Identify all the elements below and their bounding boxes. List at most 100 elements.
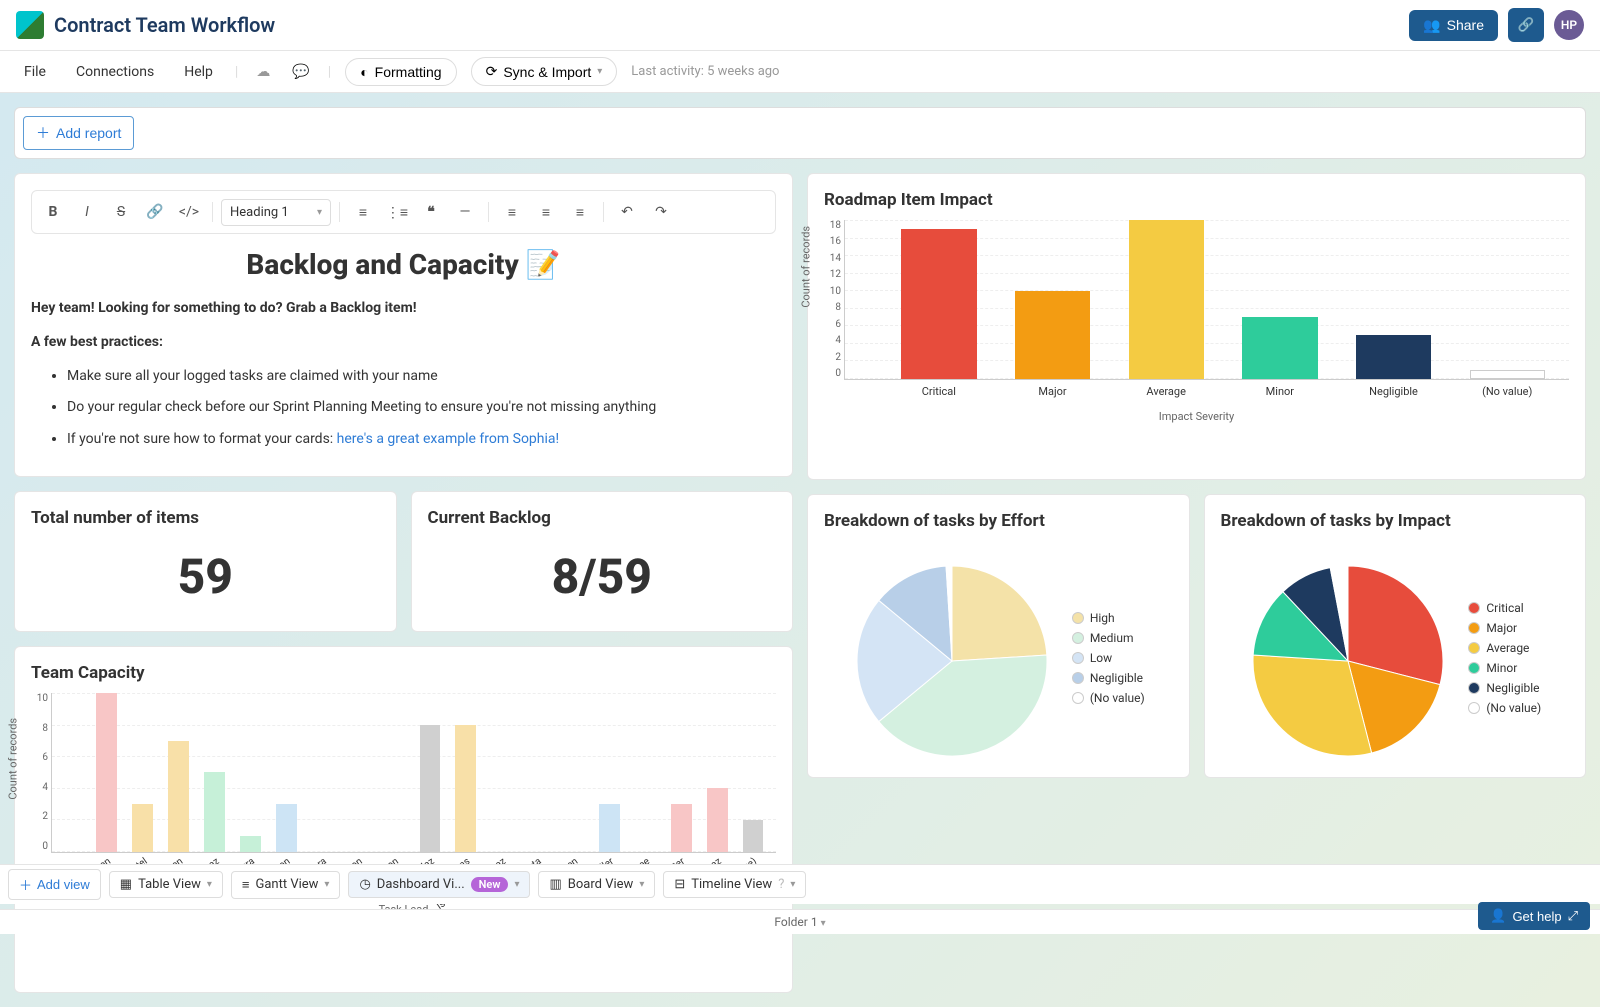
user-avatar[interactable]: HP	[1554, 10, 1584, 40]
bar: Luis Martinez	[200, 693, 230, 852]
view-tab-table[interactable]: ▦Table View▾	[109, 871, 223, 898]
legend-item: (No value)	[1072, 691, 1145, 705]
comment-icon[interactable]: 💬	[288, 60, 313, 84]
bar: Jasmine Lee	[630, 693, 660, 852]
bar: Grace Johnson	[271, 693, 301, 852]
menu-bar: File Connections Help | ☁ 💬 | ◐ Formatti…	[0, 51, 1600, 93]
people-icon: 👥	[1423, 17, 1440, 34]
chevron-down-icon: ▾	[821, 918, 826, 929]
legend-item: Low	[1072, 651, 1145, 665]
legend-item: Minor	[1468, 661, 1541, 675]
unordered-list-button[interactable]: ⋮≡	[382, 197, 412, 227]
redo-button[interactable]: ↷	[646, 197, 676, 227]
menu-file[interactable]: File	[16, 60, 54, 84]
refresh-icon: ⟳	[486, 63, 498, 80]
add-report-button[interactable]: ＋ Add report	[23, 116, 134, 150]
effort-pie-chart	[852, 561, 1052, 761]
last-activity: Last activity: 5 weeks ago	[631, 64, 779, 79]
code-button[interactable]: </>	[174, 197, 204, 227]
heading-select[interactable]: Heading 1 ▾	[221, 199, 331, 226]
editor-card: B I S 🔗 </> Heading 1 ▾ ≡ ⋮≡ ❝ —	[14, 173, 793, 477]
total-items-card: Total number of items 59	[14, 491, 397, 632]
align-left-button[interactable]: ≡	[497, 197, 527, 227]
effort-legend: High Medium Low Negligible (No value)	[1072, 611, 1145, 711]
link-icon: 🔗	[1518, 17, 1535, 33]
doc-bullet: If you're not sure how to format your ca…	[67, 428, 776, 452]
align-right-button[interactable]: ≡	[565, 197, 595, 227]
app-title: Contract Team Workflow	[54, 13, 275, 37]
bar: Ethan Williams	[451, 693, 481, 852]
add-report-bar: ＋ Add report	[14, 107, 1586, 159]
chevron-down-icon: ▾	[324, 879, 329, 890]
board-icon: ▥	[549, 877, 561, 892]
bar: Lena Perez	[702, 693, 732, 852]
cloud-icon[interactable]: ☁	[252, 60, 274, 84]
folder-bar[interactable]: Folder 1 ▾	[0, 909, 1600, 934]
copy-link-button[interactable]: 🔗	[1508, 8, 1544, 42]
undo-button[interactable]: ↶	[612, 197, 642, 227]
view-tab-gantt[interactable]: ≡Gantt View▾	[231, 871, 341, 899]
expand-icon: ⤢	[1568, 908, 1578, 924]
chevron-down-icon: ▾	[639, 879, 644, 890]
link-button[interactable]: 🔗	[140, 197, 170, 227]
doc-link[interactable]: here's a great example from Sophia!	[337, 431, 559, 447]
share-button[interactable]: 👥 Share	[1409, 10, 1498, 41]
get-help-button[interactable]: 👤 Get help ⤢	[1478, 902, 1590, 930]
bar: Negligible	[1340, 220, 1448, 379]
sync-import-button[interactable]: ⟳ Sync & Import ▾	[471, 57, 618, 86]
view-tab-dashboard[interactable]: ◷Dashboard Vi...New▾	[348, 871, 530, 898]
bar: Jordan Patel	[128, 693, 158, 852]
editor-toolbar: B I S 🔗 </> Heading 1 ▾ ≡ ⋮≡ ❝ —	[31, 190, 776, 234]
palette-icon: ◐	[360, 64, 368, 80]
view-tab-board[interactable]: ▥Board View▾	[538, 871, 655, 898]
strike-button[interactable]: S	[106, 197, 136, 227]
italic-button[interactable]: I	[72, 197, 102, 227]
doc-bullet: Make sure all your logged tasks are clai…	[67, 365, 776, 389]
current-backlog-card: Current Backlog 8/59	[411, 491, 794, 632]
doc-title[interactable]: Backlog and Capacity 📝	[31, 248, 776, 281]
legend-item: Medium	[1072, 631, 1145, 645]
hr-button[interactable]: —	[450, 197, 480, 227]
total-items-value: 59	[31, 538, 380, 615]
help-circle-icon: ?	[778, 877, 784, 892]
app-logo	[16, 11, 44, 39]
bar: Isabella Rodriguez	[487, 693, 517, 852]
bold-button[interactable]: B	[38, 197, 68, 227]
legend-item: (No value)	[1468, 701, 1541, 715]
bar: Samantha Chen	[92, 693, 122, 852]
menu-help[interactable]: Help	[176, 60, 221, 84]
dashboard-icon: ◷	[359, 877, 370, 892]
chevron-down-icon: ▾	[514, 879, 519, 890]
effort-pie-card: Breakdown of tasks by Effort HighMediumL…	[807, 494, 1190, 778]
bar: Carlos Rivera	[307, 693, 337, 852]
doc-bullet: Do your regular check before our Sprint …	[67, 396, 776, 420]
impact-pie-chart	[1248, 561, 1448, 761]
bar: Maya Robinson	[379, 693, 409, 852]
add-view-button[interactable]: ＋ Add view	[8, 869, 101, 900]
align-center-button[interactable]: ≡	[531, 197, 561, 227]
capacity-bar-chart: 1086420 Samantha ChenJordan PatelAisha G…	[51, 693, 776, 853]
plus-icon: ＋	[36, 123, 50, 143]
bar: Critical	[885, 220, 993, 379]
chevron-down-icon: ▾	[597, 66, 602, 77]
doc-body[interactable]: Hey team! Looking for something to do? G…	[31, 297, 776, 452]
bar: Dylan Carter	[666, 693, 696, 852]
quote-button[interactable]: ❝	[416, 197, 446, 227]
legend-item: Critical	[1468, 601, 1541, 615]
roadmap-bar-chart: 181614121086420 CriticalMajorAverageMino…	[844, 220, 1569, 380]
legend-item: Average	[1468, 641, 1541, 655]
legend-item: High	[1072, 611, 1145, 625]
menu-connections[interactable]: Connections	[68, 60, 162, 84]
legend-item: Negligible	[1072, 671, 1145, 685]
app-header: Contract Team Workflow 👥 Share 🔗 HP	[0, 0, 1600, 51]
bar: Zara Thompson	[343, 693, 373, 852]
bar: Emily Nakamura	[236, 693, 266, 852]
bar: Aisha Green	[164, 693, 194, 852]
view-tab-timeline[interactable]: ⊟Timeline View?▾	[663, 871, 806, 898]
formatting-button[interactable]: ◐ Formatting	[345, 58, 456, 86]
chevron-down-icon: ▾	[207, 879, 212, 890]
timeline-icon: ⊟	[674, 877, 685, 892]
roadmap-impact-card: Roadmap Item Impact Count of records 181…	[807, 173, 1586, 480]
plus-icon: ＋	[19, 875, 32, 894]
ordered-list-button[interactable]: ≡	[348, 197, 378, 227]
